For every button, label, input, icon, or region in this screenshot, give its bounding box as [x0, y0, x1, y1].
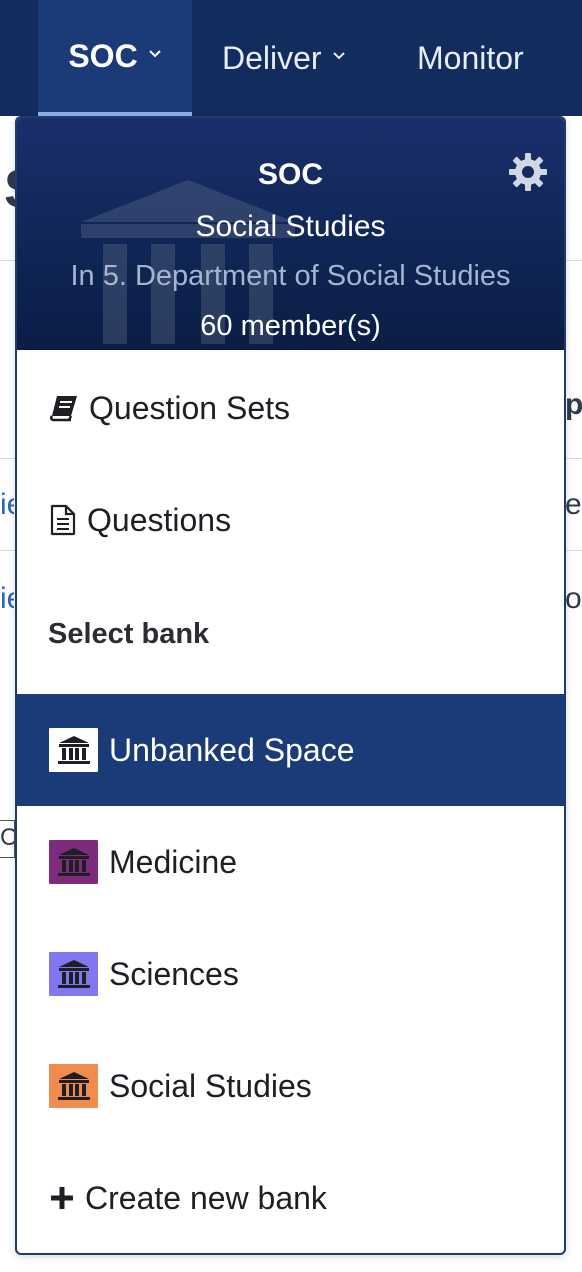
create-new-bank-label: Create new bank	[85, 1179, 327, 1216]
document-icon	[50, 504, 76, 536]
plus-icon	[51, 1187, 73, 1209]
bank-item-medicine[interactable]: Medicine	[17, 806, 564, 918]
top-nav: SOC Deliver Monitor	[0, 0, 582, 116]
page-row-text-fragment: er	[565, 488, 582, 521]
menu-item-label: Question Sets	[89, 389, 290, 426]
bank-tile	[49, 840, 98, 884]
menu-item-questions[interactable]: Questions	[17, 464, 564, 576]
page-column-header-fragment: py	[565, 388, 582, 421]
bank-item-unbanked-space[interactable]: Unbanked Space	[17, 694, 564, 806]
nav-monitor-label: Monitor	[417, 39, 524, 76]
page-row-link-fragment[interactable]: ie	[0, 582, 14, 616]
nav-soc-label: SOC	[68, 37, 138, 74]
bank-item-social-studies[interactable]: Social Studies	[17, 1030, 564, 1142]
bank-icon	[57, 848, 90, 876]
nav-deliver[interactable]: Deliver	[222, 0, 346, 116]
bank-icon	[57, 960, 90, 988]
member-count: 60 member(s)	[200, 310, 381, 342]
bank-icon	[57, 736, 90, 764]
menu-item-label: Questions	[87, 501, 232, 538]
group-department: In 5. Department of Social Studies	[70, 260, 511, 292]
book-icon	[49, 396, 77, 422]
page-row-text-fragment: or	[565, 582, 582, 615]
bank-label: Social Studies	[109, 1067, 312, 1104]
group-name: Social Studies	[195, 210, 386, 243]
group-code: SOC	[257, 158, 323, 191]
bank-tile	[49, 952, 98, 996]
bank-dropdown-panel: SOC Social Studies In 5. Department of S…	[15, 116, 566, 1255]
bank-label: Sciences	[109, 955, 239, 992]
bank-label: Medicine	[109, 843, 238, 880]
select-bank-heading: Select bank	[48, 618, 210, 650]
bank-label: Unbanked Space	[109, 731, 355, 768]
nav-soc[interactable]: SOC	[38, 0, 192, 116]
page-input-text-fragment: C	[0, 824, 14, 851]
page-row-link-fragment[interactable]: ie	[0, 488, 14, 522]
create-new-bank-button[interactable]: Create new bank	[17, 1142, 564, 1253]
nav-monitor[interactable]: Monitor	[417, 0, 524, 116]
bank-icon	[57, 1072, 90, 1100]
bank-item-sciences[interactable]: Sciences	[17, 918, 564, 1030]
bank-tile	[49, 728, 98, 772]
chevron-down-icon	[332, 52, 345, 60]
bank-tile	[49, 1064, 98, 1108]
chevron-down-icon	[148, 50, 161, 58]
nav-deliver-label: Deliver	[222, 39, 322, 76]
dropdown-header: SOC Social Studies In 5. Department of S…	[17, 118, 564, 350]
menu-item-question-sets[interactable]: Question Sets	[17, 352, 564, 464]
